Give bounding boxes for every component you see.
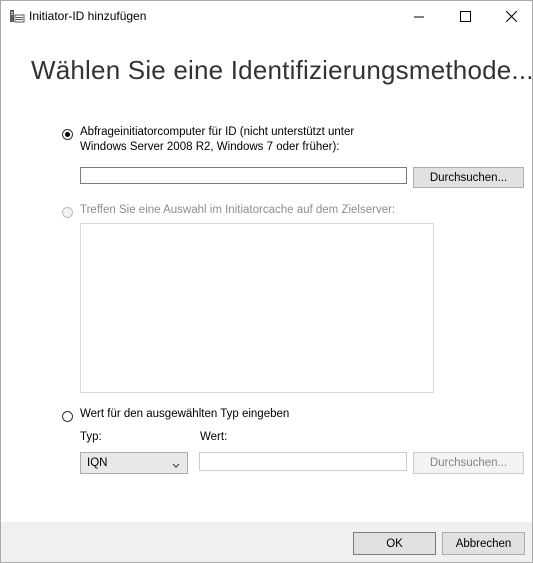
page-heading: Wählen Sie eine Identifizierungsmethode.… [31,55,533,85]
window-title: Initiator-ID hinzufügen [29,9,147,23]
radio-query-computer-label[interactable]: Abfrageinitiatorcomputer für ID (nicht u… [80,126,354,138]
maximize-button[interactable] [442,1,488,31]
browse-value-button[interactable]: Durchsuchen... [413,452,524,474]
radio-initiator-cache[interactable] [62,207,73,218]
maximize-icon [459,10,471,22]
type-select-value: IQN [87,457,108,469]
value-input[interactable] [199,452,407,471]
close-icon [505,10,517,22]
chevron-down-icon [172,460,180,472]
ok-button[interactable]: OK [353,532,436,555]
minimize-button[interactable] [396,1,442,31]
computer-name-input[interactable] [80,167,407,184]
server-initiator-icon [9,9,25,23]
browse-computer-button[interactable]: Durchsuchen... [413,167,524,188]
value-label: Wert: [200,431,228,443]
radio-query-computer[interactable] [62,129,73,140]
radio-manual-value[interactable] [62,411,73,422]
type-select[interactable]: IQN [80,452,188,474]
cancel-button[interactable]: Abbrechen [442,532,525,555]
dialog-window: Initiator-ID hinzufügen Wählen Sie eine … [0,0,533,563]
minimize-icon [413,11,425,22]
radio-initiator-cache-label[interactable]: Treffen Sie eine Auswahl im Initiatorcac… [80,204,395,216]
radio-manual-value-label[interactable]: Wert für den ausgewählten Typ eingeben [80,408,289,420]
dialog-footer: OK Abbrechen [1,522,532,562]
title-bar[interactable]: Initiator-ID hinzufügen [1,1,532,31]
type-label: Typ: [80,431,102,443]
initiator-cache-list[interactable] [80,223,434,393]
close-button[interactable] [488,1,532,31]
radio-query-computer-label-line2: Windows Server 2008 R2, Windows 7 oder f… [80,141,340,153]
